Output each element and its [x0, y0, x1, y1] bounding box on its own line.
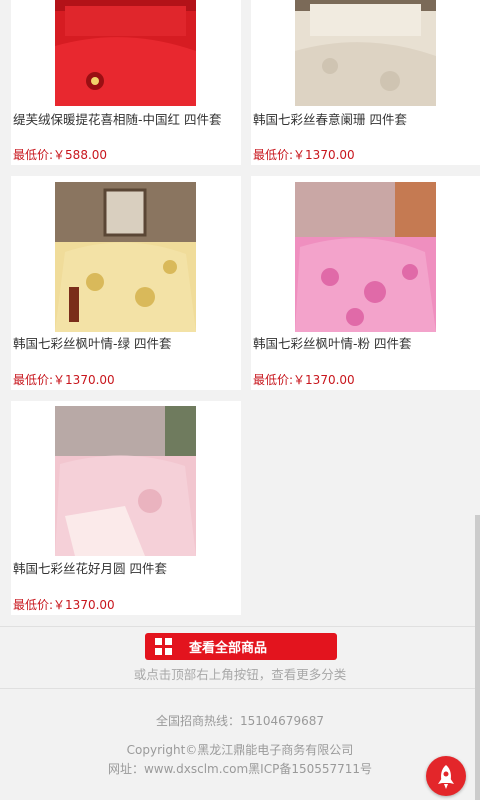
- hotline: 全国招商热线：15104679687: [156, 714, 324, 728]
- product-image[interactable]: [55, 406, 196, 556]
- view-all-label: 查看全部商品: [189, 641, 268, 656]
- product-card[interactable]: 缇芙绒保暖提花喜相随-中国红 四件套 最低价:￥588.00: [11, 0, 241, 165]
- product-title[interactable]: 韩国七彩丝春意阑珊 四件套: [253, 109, 479, 128]
- product-image[interactable]: [295, 182, 436, 332]
- product-card[interactable]: 韩国七彩丝枫叶情-粉 四件套 最低价:￥1370.00: [251, 176, 480, 390]
- product-price: 最低价:￥1370.00: [253, 373, 355, 387]
- product-price: 最低价:￥1370.00: [253, 148, 355, 162]
- product-title[interactable]: 缇芙绒保暖提花喜相随-中国红 四件套: [13, 109, 239, 128]
- product-price: 最低价:￥1370.00: [13, 598, 115, 612]
- product-image[interactable]: [55, 0, 196, 106]
- product-image[interactable]: [295, 0, 436, 106]
- product-card[interactable]: 韩国七彩丝花好月圆 四件套 最低价:￥1370.00: [11, 401, 241, 615]
- view-all-products-button[interactable]: 查看全部商品: [145, 633, 337, 660]
- rocket-icon: [438, 765, 454, 789]
- product-title[interactable]: 韩国七彩丝枫叶情-粉 四件套: [253, 333, 479, 352]
- site-info: 网址：www.dxsclm.com黑ICP备150557711号: [107, 762, 373, 776]
- footer-divider: [0, 688, 480, 689]
- product-price: 最低价:￥588.00: [13, 148, 108, 162]
- product-title[interactable]: 韩国七彩丝枫叶情-绿 四件套: [13, 333, 239, 352]
- grid-icon: [155, 637, 173, 656]
- product-card[interactable]: 韩国七彩丝春意阑珊 四件套 最低价:￥1370.00: [251, 0, 480, 165]
- back-to-top-button[interactable]: [426, 756, 466, 796]
- category-hint: 或点击顶部右上角按钮，查看更多分类: [133, 667, 347, 682]
- section-divider: [0, 626, 480, 627]
- copyright: Copyright©黑龙江鼎能电子商务有限公司: [126, 743, 354, 757]
- product-price: 最低价:￥1370.00: [13, 373, 115, 387]
- product-image[interactable]: [55, 182, 196, 332]
- scrollbar[interactable]: [475, 515, 480, 800]
- product-title[interactable]: 韩国七彩丝花好月圆 四件套: [13, 558, 239, 577]
- product-card[interactable]: 韩国七彩丝枫叶情-绿 四件套 最低价:￥1370.00: [11, 176, 241, 390]
